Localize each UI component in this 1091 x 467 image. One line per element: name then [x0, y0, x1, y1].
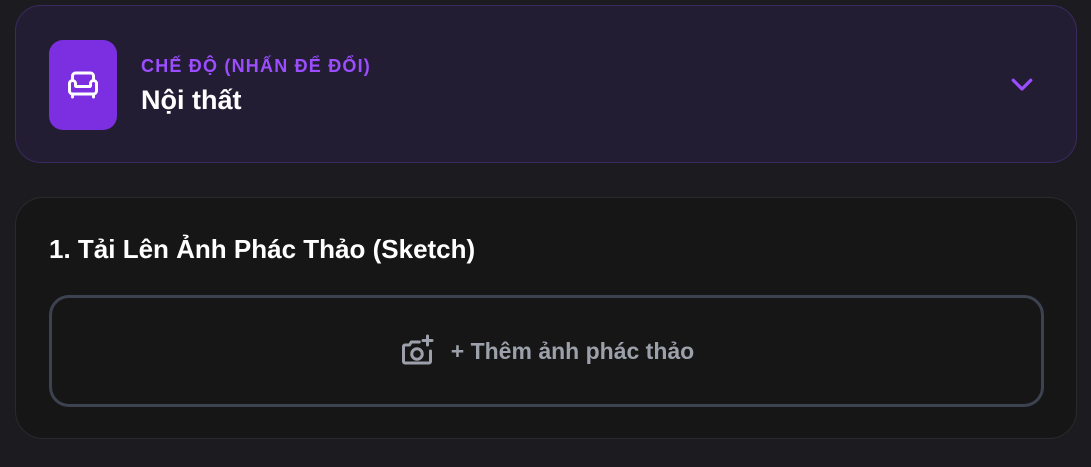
mode-value: Nội thất — [141, 85, 242, 115]
add-sketch-label: + Thêm ảnh phác thảo — [450, 337, 695, 364]
upload-content: + Thêm ảnh phác thảo — [399, 333, 694, 369]
section-title: 1. Tải Lên Ảnh Phác Thảo (Sketch) — [49, 234, 476, 264]
mode-icon-container — [49, 40, 117, 130]
add-sketch-button[interactable]: + Thêm ảnh phác thảo — [49, 295, 1044, 407]
camera-plus-icon — [401, 334, 434, 365]
chevron-down-icon[interactable] — [1006, 70, 1038, 98]
upload-section: 1. Tải Lên Ảnh Phác Thảo (Sketch) + Thêm… — [15, 197, 1077, 439]
mode-caption: CHẾ ĐỘ (NHẤN ĐỂ ĐỔI) — [141, 56, 371, 76]
mode-selector[interactable]: CHẾ ĐỘ (NHẤN ĐỂ ĐỔI) Nội thất — [15, 5, 1077, 163]
armchair-icon — [68, 71, 98, 99]
